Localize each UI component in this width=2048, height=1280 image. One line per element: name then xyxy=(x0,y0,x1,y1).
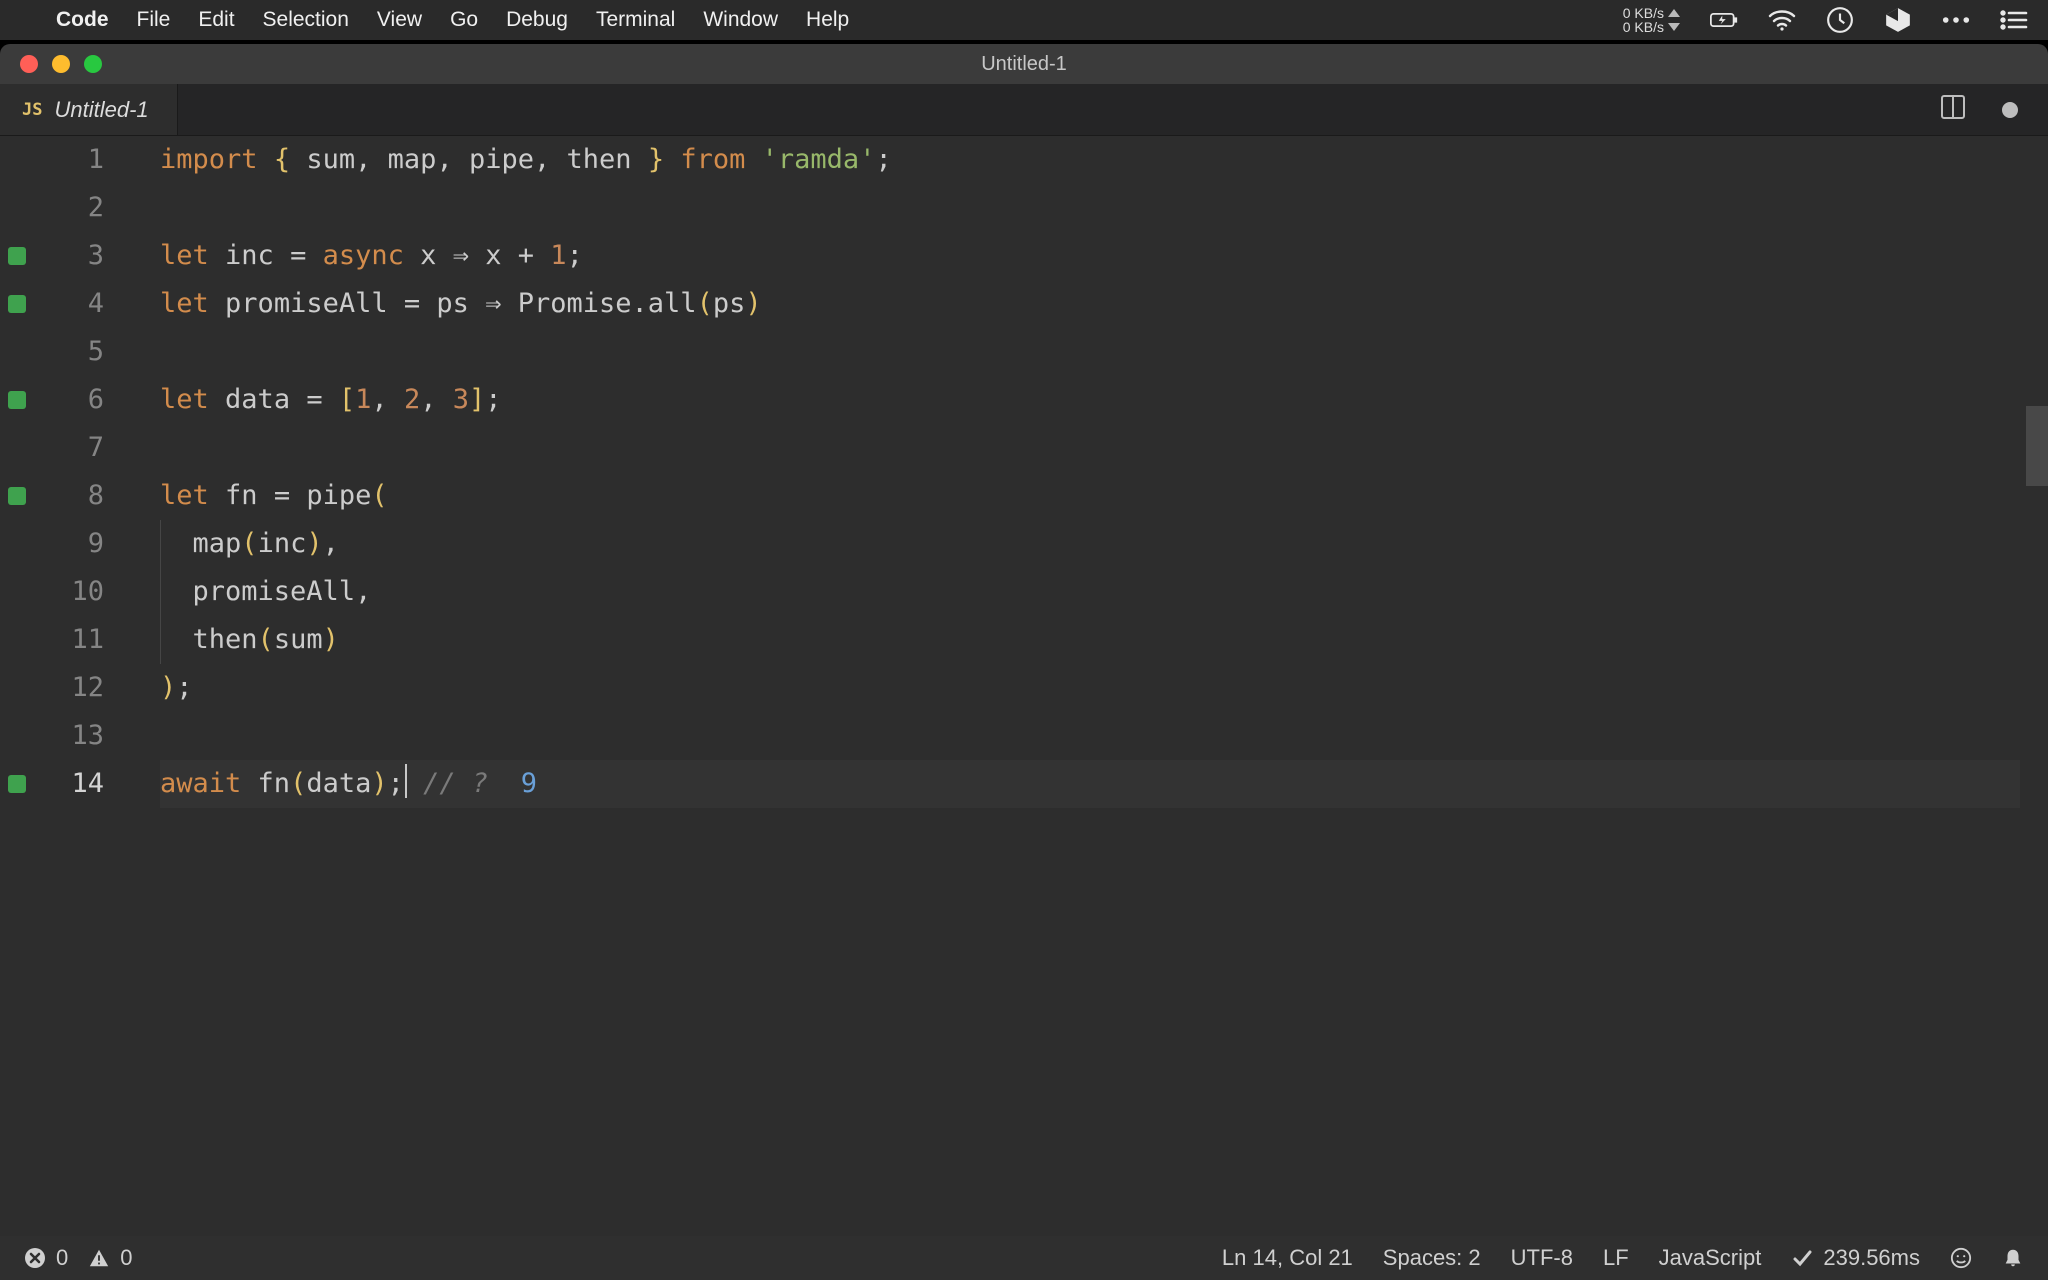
warnings-count[interactable]: 0 xyxy=(120,1245,132,1271)
line-number[interactable]: 7 xyxy=(34,424,120,472)
line-number[interactable]: 5 xyxy=(34,328,120,376)
battery-charging-icon[interactable] xyxy=(1710,6,1738,34)
window-titlebar: Untitled-1 xyxy=(0,44,2048,84)
quokka-coverage-icon xyxy=(8,391,26,409)
clock-icon[interactable] xyxy=(1826,6,1854,34)
code-line[interactable]: let fn = pipe( xyxy=(160,472,2020,520)
code-line[interactable]: let data = [1, 2, 3]; xyxy=(160,376,2020,424)
more-icon[interactable] xyxy=(1942,6,1970,34)
quokka-coverage-icon xyxy=(8,247,26,265)
gutter-mark[interactable] xyxy=(0,376,34,424)
menubar-item-view[interactable]: View xyxy=(377,8,422,32)
line-number[interactable]: 10 xyxy=(34,568,120,616)
quokka-inline-value: 9 xyxy=(521,768,537,799)
quokka-coverage-icon xyxy=(8,295,26,313)
gutter-mark[interactable] xyxy=(0,568,34,616)
window-minimize-button[interactable] xyxy=(52,55,70,73)
text-cursor xyxy=(405,764,407,798)
status-encoding[interactable]: UTF-8 xyxy=(1511,1245,1573,1271)
wifi-icon[interactable] xyxy=(1768,6,1796,34)
status-language[interactable]: JavaScript xyxy=(1659,1245,1762,1271)
tab-title: Untitled-1 xyxy=(54,97,148,123)
code-line[interactable] xyxy=(160,328,2020,376)
gutter-mark[interactable] xyxy=(0,424,34,472)
gutter-mark[interactable] xyxy=(0,616,34,664)
errors-count[interactable]: 0 xyxy=(56,1245,68,1271)
minimap-slider[interactable] xyxy=(2026,406,2048,486)
code-line[interactable] xyxy=(160,424,2020,472)
box-icon[interactable] xyxy=(1884,6,1912,34)
line-number[interactable]: 4 xyxy=(34,280,120,328)
menubar-item-go[interactable]: Go xyxy=(450,8,478,32)
line-number[interactable]: 2 xyxy=(34,184,120,232)
gutter-mark[interactable] xyxy=(0,328,34,376)
code-line[interactable] xyxy=(160,184,2020,232)
menubar-item-debug[interactable]: Debug xyxy=(506,8,568,32)
gutter-mark[interactable] xyxy=(0,280,34,328)
unsaved-indicator-icon[interactable] xyxy=(2002,102,2018,118)
window-title: Untitled-1 xyxy=(981,53,1067,76)
window-close-button[interactable] xyxy=(20,55,38,73)
line-number[interactable]: 9 xyxy=(34,520,120,568)
menubar-item-edit[interactable]: Edit xyxy=(198,8,234,32)
statusbar: 0 0 Ln 14, Col 21 Spaces: 2 UTF-8 LF Jav… xyxy=(0,1236,2048,1280)
menubar-item-terminal[interactable]: Terminal xyxy=(596,8,675,32)
code-line[interactable]: let inc = async x ⇒ x + 1; xyxy=(160,232,2020,280)
code-line[interactable]: await fn(data); // ? 9 xyxy=(160,760,2020,808)
line-number[interactable]: 14 xyxy=(34,760,120,808)
gutter-mark[interactable] xyxy=(0,136,34,184)
check-icon xyxy=(1791,1247,1813,1269)
menubar-item-file[interactable]: File xyxy=(137,8,171,32)
gutter-mark[interactable] xyxy=(0,232,34,280)
gutter-mark[interactable] xyxy=(0,760,34,808)
gutter-mark[interactable] xyxy=(0,520,34,568)
network-speed-indicator: 0 KB/s 0 KB/s xyxy=(1623,6,1680,34)
editor-tabbar: JS Untitled-1 xyxy=(0,84,2048,136)
editor-tab-untitled[interactable]: JS Untitled-1 xyxy=(0,84,178,135)
code-editor[interactable]: 1234567891011121314 import { sum, map, p… xyxy=(0,136,2048,1236)
line-number[interactable]: 11 xyxy=(34,616,120,664)
code-line[interactable]: promiseAll, xyxy=(160,568,2020,616)
line-number[interactable]: 3 xyxy=(34,232,120,280)
window-zoom-button[interactable] xyxy=(84,55,102,73)
status-eol[interactable]: LF xyxy=(1603,1245,1629,1271)
quokka-coverage-icon xyxy=(8,775,26,793)
upload-arrow-icon xyxy=(1668,9,1680,17)
status-ln-col[interactable]: Ln 14, Col 21 xyxy=(1222,1245,1353,1271)
line-number[interactable]: 12 xyxy=(34,664,120,712)
menubar-app-name[interactable]: Code xyxy=(56,8,109,32)
code-line[interactable]: then(sum) xyxy=(160,616,2020,664)
macos-menubar: Code File Edit Selection View Go Debug T… xyxy=(0,0,2048,40)
code-line[interactable]: let promiseAll = ps ⇒ Promise.all(ps) xyxy=(160,280,2020,328)
status-spaces[interactable]: Spaces: 2 xyxy=(1383,1245,1481,1271)
menubar-item-window[interactable]: Window xyxy=(703,8,778,32)
gutter-mark[interactable] xyxy=(0,184,34,232)
code-line[interactable]: ); xyxy=(160,664,2020,712)
warnings-icon[interactable] xyxy=(88,1247,110,1269)
quokka-coverage-icon xyxy=(8,487,26,505)
bell-icon[interactable] xyxy=(2002,1247,2024,1269)
line-number[interactable]: 13 xyxy=(34,712,120,760)
gutter-mark[interactable] xyxy=(0,712,34,760)
line-number[interactable]: 1 xyxy=(34,136,120,184)
split-editor-icon[interactable] xyxy=(1940,94,1966,126)
status-quokka-time[interactable]: 239.56ms xyxy=(1791,1245,1920,1271)
gutter-mark[interactable] xyxy=(0,664,34,712)
code-line[interactable]: map(inc), xyxy=(160,520,2020,568)
javascript-file-icon: JS xyxy=(22,100,42,120)
errors-icon[interactable] xyxy=(24,1247,46,1269)
download-arrow-icon xyxy=(1668,23,1680,31)
gutter-mark[interactable] xyxy=(0,472,34,520)
line-number[interactable]: 6 xyxy=(34,376,120,424)
feedback-smile-icon[interactable] xyxy=(1950,1247,1972,1269)
code-line[interactable] xyxy=(160,712,2020,760)
menubar-item-selection[interactable]: Selection xyxy=(263,8,349,32)
menubar-item-help[interactable]: Help xyxy=(806,8,849,32)
line-number[interactable]: 8 xyxy=(34,472,120,520)
menu-list-icon[interactable] xyxy=(2000,6,2028,34)
code-line[interactable]: import { sum, map, pipe, then } from 'ra… xyxy=(160,136,2020,184)
